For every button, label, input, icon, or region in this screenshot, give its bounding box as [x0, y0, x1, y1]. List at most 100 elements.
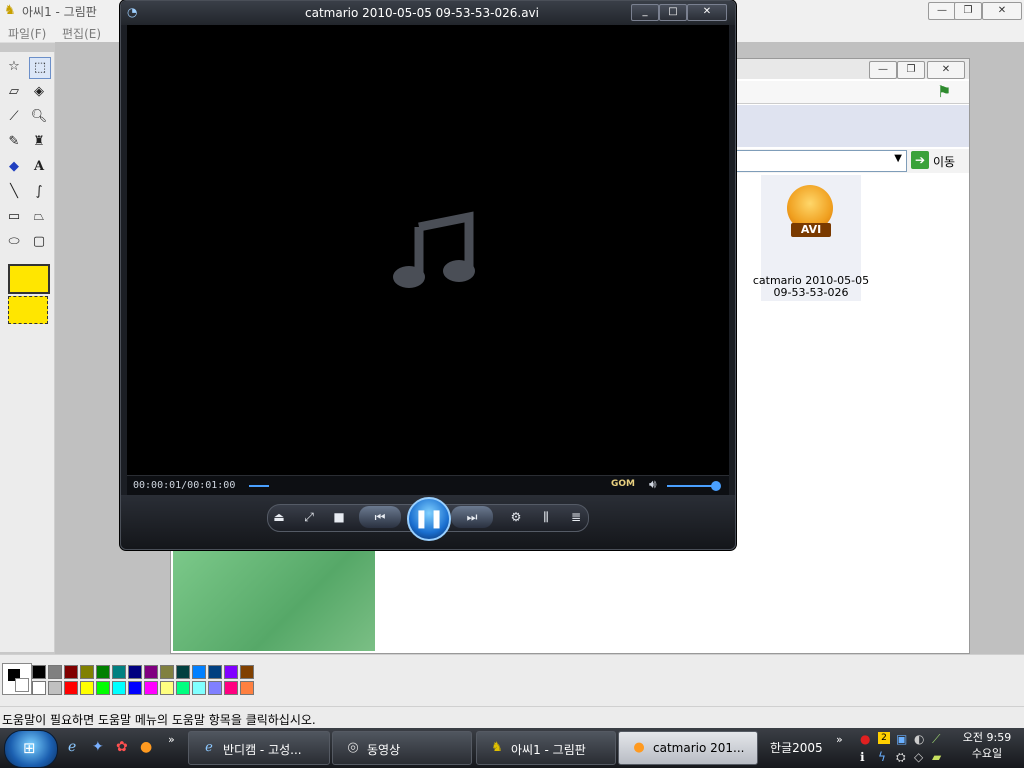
pencil-tool-icon[interactable]: ✎: [4, 132, 24, 152]
video-area[interactable]: [127, 25, 729, 475]
ellipse-tool-icon[interactable]: ⬭: [4, 232, 24, 252]
free-select-tool-icon[interactable]: ☆: [4, 57, 24, 77]
go-arrow-icon[interactable]: ➔: [911, 151, 929, 169]
volume-slider[interactable]: [667, 485, 717, 487]
file-item-selected[interactable]: AVI catmario 2010-05-05 09-53-53-026: [753, 175, 869, 301]
quicklaunch-app2-icon[interactable]: ✿: [116, 739, 128, 755]
eject-icon[interactable]: ⏏: [269, 506, 289, 528]
polygon-tool-icon[interactable]: ⏢: [29, 207, 49, 227]
palette-swatch[interactable]: [240, 665, 254, 679]
equalizer-icon[interactable]: ⫼: [535, 506, 557, 528]
quicklaunch-more-icon[interactable]: »: [168, 733, 175, 746]
rectangle-tool-icon[interactable]: ▭: [4, 207, 24, 227]
ie-quicklaunch-icon[interactable]: ℯ: [68, 739, 76, 755]
palette-swatch[interactable]: [32, 665, 46, 679]
player-maximize-button[interactable]: □: [659, 4, 687, 21]
player-close-button[interactable]: ✕: [687, 4, 727, 21]
palette-swatch[interactable]: [208, 681, 222, 695]
palette-swatch[interactable]: [240, 681, 254, 695]
palette-swatch[interactable]: [80, 681, 94, 695]
explorer-minimize-button[interactable]: —: [869, 61, 897, 79]
fill-tool-icon[interactable]: ◈: [29, 82, 49, 102]
paint-minimize-button[interactable]: —: [928, 2, 956, 20]
tray-battery-icon[interactable]: ▰: [932, 750, 941, 764]
tray-misc-icon[interactable]: ◇: [914, 750, 923, 764]
seek-progress[interactable]: [249, 485, 269, 487]
player-minimize-button[interactable]: _: [631, 4, 659, 21]
palette-swatch[interactable]: [224, 681, 238, 695]
palette-swatch[interactable]: [176, 665, 190, 679]
tray-badge-icon[interactable]: 2: [878, 732, 890, 744]
volume-knob[interactable]: [711, 481, 721, 491]
rect-select-tool-icon[interactable]: ⬚: [29, 57, 51, 79]
previous-icon[interactable]: ⏮: [359, 506, 401, 528]
record-tray-icon[interactable]: ●: [860, 732, 870, 746]
palette-swatch[interactable]: [96, 681, 110, 695]
clock[interactable]: 오전 9:59 수요일: [952, 730, 1022, 762]
palette-swatch[interactable]: [160, 681, 174, 695]
rounded-rect-tool-icon[interactable]: ▢: [29, 232, 49, 252]
safe-remove-tray-icon[interactable]: ⛭: [896, 750, 906, 765]
palette-swatch[interactable]: [144, 681, 158, 695]
palette-swatch[interactable]: [192, 665, 206, 679]
palette-swatch[interactable]: [208, 665, 222, 679]
seek-bar[interactable]: 00:00:01/00:01:00 GOM 🔊︎: [127, 475, 729, 496]
go-button-label[interactable]: 이동: [933, 153, 955, 170]
task-video-folder[interactable]: ◎ 동영상: [332, 731, 472, 765]
playlist-icon[interactable]: ≣: [565, 506, 587, 528]
stop-icon[interactable]: ■: [329, 506, 349, 528]
explorer-maximize-button[interactable]: ❐: [897, 61, 925, 79]
palette-swatch[interactable]: [128, 665, 142, 679]
task-paint[interactable]: ♞ 아씨1 - 그림판: [476, 731, 616, 765]
menu-file[interactable]: 파일(F): [8, 25, 46, 42]
next-icon[interactable]: ⏭: [451, 506, 493, 528]
ime-indicator[interactable]: 한글2005: [770, 739, 823, 756]
task-bandicam[interactable]: ℯ 반디캠 - 고성...: [188, 731, 330, 765]
text-tool-icon[interactable]: A: [29, 157, 49, 177]
palette-swatch[interactable]: [32, 681, 46, 695]
volume-icon[interactable]: 🔊︎: [649, 477, 657, 492]
palette-swatch[interactable]: [176, 681, 190, 695]
palette-swatch[interactable]: [224, 665, 238, 679]
palette-swatch[interactable]: [48, 665, 62, 679]
palette-swatch[interactable]: [112, 665, 126, 679]
palette-swatch[interactable]: [112, 681, 126, 695]
tray-expand-icon[interactable]: »: [836, 733, 843, 746]
tray-app-icon[interactable]: ◐: [914, 732, 924, 746]
tray-tool-icon[interactable]: ⟋: [932, 732, 940, 747]
paint-close-button[interactable]: ✕: [982, 2, 1022, 20]
settings-icon[interactable]: ⚙: [505, 506, 527, 528]
network-tray-icon[interactable]: ▣: [896, 732, 907, 746]
gom-quicklaunch-icon[interactable]: ●: [140, 739, 152, 755]
line-tool-icon[interactable]: ╲: [4, 182, 24, 202]
start-button[interactable]: ⊞: [4, 730, 58, 768]
explorer-close-button[interactable]: ✕: [927, 61, 965, 79]
brush-tool-icon[interactable]: ♜: [29, 132, 49, 152]
transparent-mode-icon[interactable]: [8, 296, 48, 324]
palette-swatch[interactable]: [192, 681, 206, 695]
magnifier-tool-icon[interactable]: 🔍︎: [29, 107, 49, 127]
palette-swatch[interactable]: [64, 665, 78, 679]
quicklaunch-app-icon[interactable]: ✦: [92, 739, 104, 755]
palette-swatch[interactable]: [160, 665, 174, 679]
curve-tool-icon[interactable]: ∫: [29, 182, 49, 202]
palette-swatch[interactable]: [128, 681, 142, 695]
eraser-tool-icon[interactable]: ▱: [4, 82, 24, 102]
paint-maximize-button[interactable]: ❐: [954, 2, 982, 20]
background-color[interactable]: [15, 678, 29, 692]
menu-edit[interactable]: 편집(E): [62, 25, 101, 42]
palette-swatch[interactable]: [64, 681, 78, 695]
palette-swatch[interactable]: [96, 665, 110, 679]
pause-icon[interactable]: ❚❚: [407, 497, 451, 541]
address-dropdown-icon[interactable]: ▼: [894, 153, 902, 164]
palette-swatch[interactable]: [80, 665, 94, 679]
task-gom-active[interactable]: ● catmario 201...: [618, 731, 758, 765]
color-picker-tool-icon[interactable]: ⟋: [4, 107, 24, 127]
airbrush-tool-icon[interactable]: ◆: [4, 157, 24, 177]
palette-swatch[interactable]: [144, 665, 158, 679]
lightning-tray-icon[interactable]: ϟ: [878, 750, 886, 764]
expand-icon[interactable]: ⤢: [299, 506, 319, 528]
opaque-mode-icon[interactable]: [8, 264, 50, 294]
info-tray-icon[interactable]: ℹ: [860, 750, 865, 764]
palette-swatch[interactable]: [48, 681, 62, 695]
